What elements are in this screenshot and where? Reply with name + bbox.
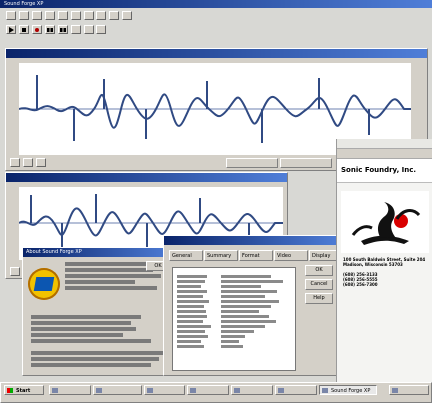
rewind-icon [46,28,53,32]
about-system-info [31,313,161,345]
taskbar-item-3-icon [147,388,153,393]
rewind-button[interactable] [44,25,55,34]
about-dialog-title-bar[interactable]: About Sound Forge XP [23,248,175,257]
record-icon [34,28,39,32]
start-button[interactable]: Start [4,385,44,395]
toolbar-1 [6,11,161,23]
sonic-address: 100 South Baldwin Street, Suite 204 Madi… [343,257,429,267]
taskbar-item-sound-forge[interactable]: Sound Forge XP [319,385,377,395]
marker-button[interactable] [83,25,94,34]
open-file-button[interactable] [18,11,29,20]
taskbar-item-1-icon [52,388,58,393]
toolbar-transport [6,25,108,37]
tab-general[interactable]: General [169,250,203,261]
waveform-1-zoom-out-button[interactable] [10,158,20,167]
properties-ok-label: OK [315,267,323,273]
new-file-button[interactable] [6,11,16,20]
sonic-foundry-panel[interactable]: Sonic Foundry, Inc. 100 South Baldwin St… [336,139,432,382]
sonic-contact-block: (608) 256-3133 (608) 256-5555 (608) 256-… [343,272,429,287]
taskbar-item-5-icon [234,388,240,393]
taskbar-item-4[interactable] [187,385,229,395]
fast-forward-button[interactable] [57,25,68,34]
properties-tabs: General Summary Format Video Display [169,250,343,261]
taskbar-item-6[interactable] [275,385,317,395]
taskbar-item-2[interactable] [93,385,142,395]
taskbar-item-3[interactable] [144,385,185,395]
about-warning-text [31,349,165,369]
waveform-window-1-title-bar[interactable] [6,49,427,58]
undo-button[interactable] [83,11,94,20]
record-button[interactable] [31,25,42,34]
properties-cancel-button[interactable]: Cancel [305,279,333,290]
tab-format[interactable]: Format [239,250,273,261]
properties-button[interactable] [122,11,133,20]
properties-help-button[interactable]: Help [305,293,333,304]
copy-button[interactable] [57,11,68,20]
properties-help-label: Help [313,295,325,301]
waveform-window-2-title-bar[interactable] [6,173,287,182]
sonic-fax: (608) 256-7300 [343,282,378,287]
file-properties-dialog[interactable]: General Summary Format Video Display OK … [163,235,343,376]
properties-ok-button[interactable]: OK [305,265,333,276]
app-title-bar[interactable]: Sound Forge XP [0,0,432,8]
play-icon [9,27,14,33]
speaker-icon [392,388,398,393]
windows-start-icon [7,388,13,393]
sonic-logo-figure [377,202,396,238]
taskbar-item-6-icon [278,388,284,393]
tab-video[interactable]: Video [274,250,308,261]
taskbar-item-5[interactable] [231,385,273,395]
waveform-1-trace [19,93,411,129]
redo-button[interactable] [96,11,107,20]
waveform-1-time-start [226,158,278,168]
waveform-2-zoom-out-button[interactable] [10,267,20,276]
system-tray[interactable] [389,385,429,395]
about-ok-label: OK [154,263,162,269]
about-dialog[interactable]: About Sound Forge XP OK [22,247,176,376]
taskbar-item-4-icon [190,388,196,393]
sonic-brand-name: Sonic Foundry, Inc. [341,166,417,174]
taskbar-item-1[interactable] [49,385,91,395]
tab-summary[interactable]: Summary [204,250,238,261]
taskbar: Start Sound Forge XP [0,382,432,403]
waveform-1-controls [10,158,50,168]
xp-logo-mark [33,277,55,291]
paste-button[interactable] [70,11,81,20]
sonic-panel-menu [337,139,432,149]
stop-button[interactable] [18,25,29,34]
taskbar-item-2-icon [96,388,102,393]
play-button[interactable] [6,25,16,34]
save-file-button[interactable] [31,11,42,20]
start-label: Start [16,388,31,394]
loop-button[interactable] [70,25,81,34]
stop-icon [21,28,26,32]
fast-forward-icon [59,28,66,32]
waveform-1-scroll-button[interactable] [35,158,46,167]
sound-forge-icon [322,388,328,393]
waveform-2-trace [19,207,283,237]
sonic-logo-area [341,191,429,253]
cut-button[interactable] [44,11,55,20]
sonic-address-line-2: Madison, Wisconsin 53703 [343,262,403,267]
waveform-1-zoom-in-button[interactable] [22,158,33,167]
properties-cancel-label: Cancel [310,281,328,287]
zoom-button[interactable] [109,11,120,20]
xp-logo [28,268,60,300]
sonic-panel-tabs [337,149,432,159]
jump-start-button[interactable] [96,25,107,34]
sonic-brand-bar: Sonic Foundry, Inc. [337,159,432,183]
sonic-logo-svg [351,202,421,245]
waveform-1-time-end [280,158,332,168]
app-title: Sound Forge XP [4,1,44,7]
properties-content [172,267,296,371]
properties-title-bar[interactable] [164,236,341,245]
about-dialog-title: About Sound Forge XP [26,249,82,255]
